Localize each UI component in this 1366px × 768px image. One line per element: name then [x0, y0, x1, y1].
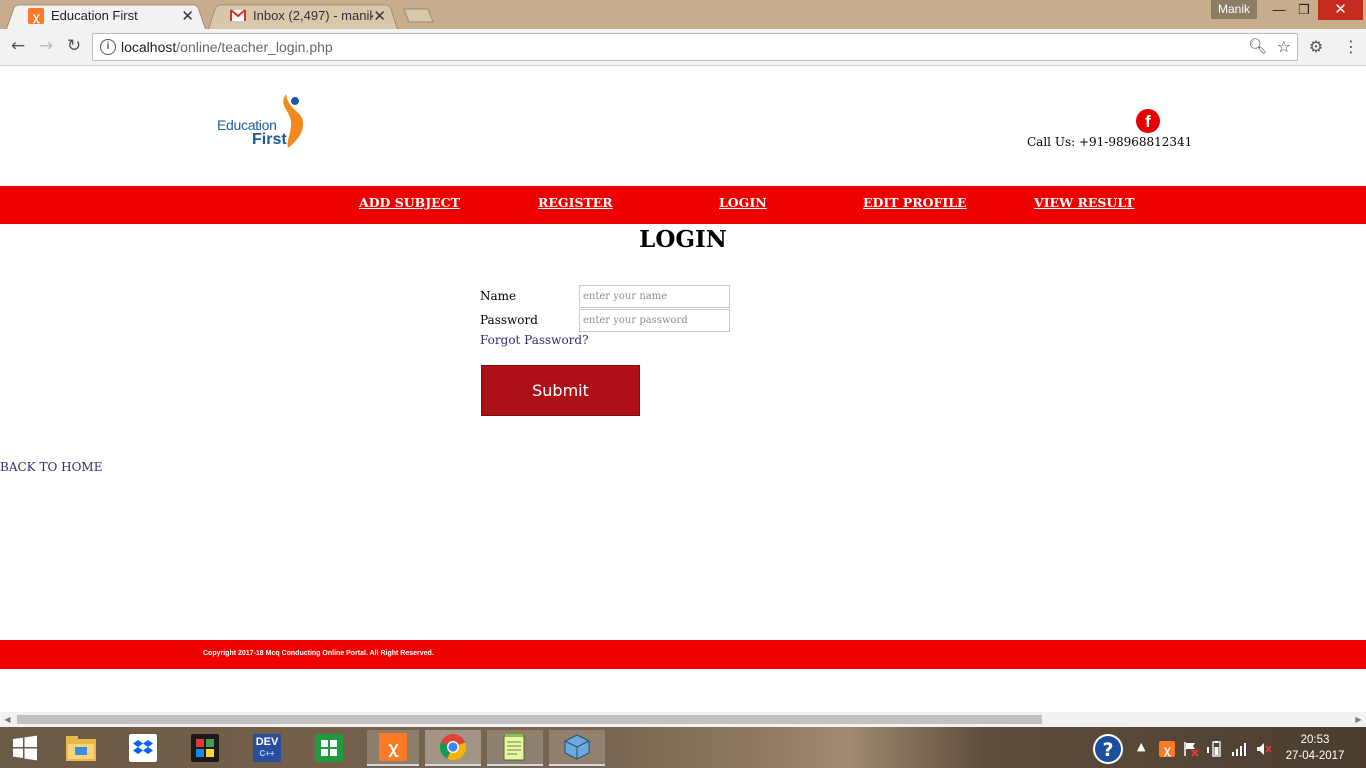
scrollbar-thumb[interactable]	[17, 715, 1042, 724]
back-arrow-icon[interactable]: ←	[7, 35, 29, 57]
nav-add-subject[interactable]: ADD SUBJECT	[359, 195, 460, 210]
tray-volume-muted-icon[interactable]	[1256, 741, 1272, 761]
page-title: LOGIN	[639, 226, 727, 253]
profile-user-chip[interactable]: Manik	[1211, 0, 1257, 19]
svg-text:ꭓ: ꭓ	[32, 10, 40, 23]
minimize-icon[interactable]: —	[1266, 0, 1292, 20]
notepad-taskbar-icon[interactable]	[487, 730, 543, 766]
nav-view-result[interactable]: VIEW RESULT	[1034, 195, 1134, 210]
help-icon[interactable]: ?	[1092, 733, 1124, 768]
browser-tab-strip: ꭓ Education First ✕ Inbox (2,497) - mani…	[0, 0, 1366, 30]
file-explorer-icon[interactable]	[61, 730, 101, 766]
tab-education-first[interactable]: ꭓ Education First ✕	[6, 2, 206, 30]
name-input[interactable]	[579, 285, 730, 308]
paint-app-icon[interactable]	[185, 730, 225, 766]
reload-icon[interactable]: ↻	[63, 35, 85, 57]
back-to-home-link[interactable]: BACK TO HOME	[0, 460, 102, 474]
tab-title: Education First	[51, 8, 138, 23]
xampp-taskbar-icon[interactable]: ꭓ	[367, 730, 419, 766]
address-url[interactable]: localhost/online/teacher_login.php	[121, 39, 333, 55]
tray-chevron-up-icon[interactable]: ▲	[1137, 740, 1145, 753]
tray-battery-icon[interactable]	[1207, 741, 1223, 761]
main-nav-bar: ADD SUBJECT REGISTER LOGIN EDIT PROFILE …	[0, 186, 1366, 224]
password-input[interactable]	[579, 309, 730, 332]
call-us-text: Call Us: +91-98968812341	[1027, 135, 1193, 149]
tab-close-icon[interactable]: ✕	[181, 7, 194, 25]
restore-icon[interactable]: ❐	[1291, 0, 1317, 20]
education-first-logo[interactable]: Education First	[216, 92, 312, 152]
dev-cpp-icon[interactable]: DEV C++	[247, 730, 287, 766]
windows-store-icon[interactable]	[309, 730, 349, 766]
svg-text:?: ?	[1102, 739, 1113, 761]
tray-flag-icon[interactable]	[1183, 741, 1199, 761]
gmail-icon	[230, 8, 246, 24]
zoom-magnifier-icon[interactable]: 🔍︎	[1248, 37, 1267, 55]
address-bar[interactable]: i localhost/online/teacher_login.php 🔍︎ …	[92, 33, 1298, 61]
nav-edit-profile[interactable]: EDIT PROFILE	[863, 195, 967, 210]
page-footer: Copyright 2017-18 Mcq Conducting Online …	[0, 640, 1366, 669]
forgot-password-link[interactable]: Forgot Password?	[480, 333, 589, 347]
virtualbox-taskbar-icon[interactable]	[549, 730, 605, 766]
tab-gmail-inbox[interactable]: Inbox (2,497) - manikchh ✕	[208, 2, 398, 30]
forward-arrow-icon[interactable]: →	[35, 35, 57, 57]
copyright-text: Copyright 2017-18 Mcq Conducting Online …	[203, 650, 434, 657]
name-label: Name	[480, 289, 517, 303]
logo-text-first: First	[252, 131, 287, 148]
window-close-icon[interactable]: ✕	[1318, 0, 1363, 20]
new-tab-button[interactable]	[402, 8, 434, 23]
xampp-icon: ꭓ	[28, 7, 44, 24]
clock-time: 20:53	[1300, 734, 1330, 746]
browser-toolbar: ← → ↻ i localhost/online/teacher_login.p…	[0, 29, 1366, 66]
tab-close-icon[interactable]: ✕	[373, 7, 386, 25]
extension-gear-icon[interactable]: ⚙	[1305, 35, 1327, 57]
scroll-left-icon[interactable]: ◀	[0, 712, 15, 727]
dev-label: DEV	[255, 736, 279, 748]
horizontal-scrollbar[interactable]: ◀ ▶	[0, 712, 1366, 727]
svg-text:ꭓ: ꭓ	[1163, 744, 1171, 757]
scroll-right-icon[interactable]: ▶	[1351, 712, 1366, 727]
nav-login[interactable]: LOGIN	[719, 195, 767, 210]
tray-xampp-icon[interactable]: ꭓ	[1159, 741, 1175, 761]
dropbox-icon[interactable]	[123, 730, 163, 766]
nav-register[interactable]: REGISTER	[538, 195, 613, 210]
tray-network-signal-icon[interactable]	[1231, 741, 1247, 761]
clock-date: 27-04-2017	[1285, 750, 1345, 762]
windows-start-icon[interactable]	[5, 730, 45, 766]
bookmark-star-icon[interactable]: ☆	[1277, 37, 1291, 56]
chrome-menu-icon[interactable]: ⋮	[1340, 35, 1362, 57]
chrome-taskbar-icon[interactable]	[425, 730, 481, 766]
facebook-icon[interactable]: f	[1136, 109, 1160, 133]
password-label: Password	[480, 313, 538, 327]
site-info-icon[interactable]: i	[100, 39, 116, 55]
dev-sub-label: C++	[259, 749, 275, 758]
taskbar-clock[interactable]: 20:53 27-04-2017	[1284, 732, 1346, 764]
submit-button[interactable]: Submit	[481, 365, 640, 416]
tab-title: Inbox (2,497) - manikchh	[253, 8, 374, 23]
